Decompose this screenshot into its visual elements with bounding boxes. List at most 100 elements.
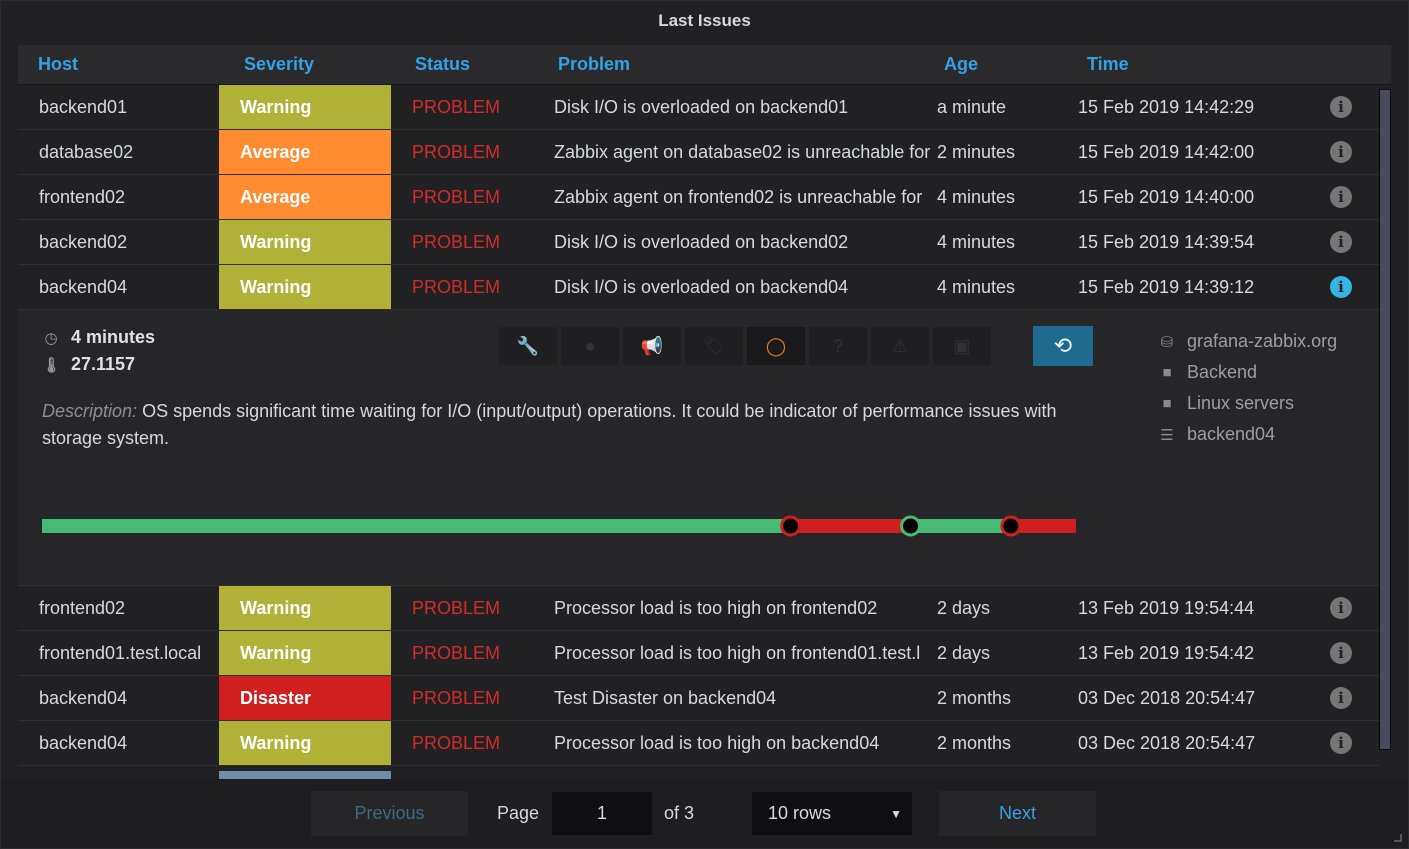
tag-item[interactable]: ■ Backend: [1158, 357, 1337, 388]
column-header-status[interactable]: Status: [391, 54, 534, 75]
square-button[interactable]: ▣: [932, 326, 992, 366]
severity-badge: Warning: [219, 220, 391, 264]
wrench-button[interactable]: 🔧: [498, 326, 558, 366]
problem-cell: Processor load is too high on frontend02: [554, 597, 878, 618]
problem-cell: Processor load is too high on backend04: [554, 732, 880, 753]
rows-per-page-value: 10 rows: [768, 803, 832, 823]
problem-cell: Test Disaster on backend04: [554, 687, 777, 708]
details-age-value: 4 minutes: [71, 327, 156, 347]
info-icon[interactable]: i: [1330, 687, 1352, 709]
age-cell: 2 days: [937, 642, 991, 663]
table-header: Host Severity Status Problem Age Time: [18, 45, 1391, 85]
status-cell: PROBLEM: [412, 141, 501, 162]
info-cell[interactable]: i: [1303, 721, 1379, 765]
circle-notch-button[interactable]: ◯: [746, 326, 806, 366]
timeline-event-problem[interactable]: [1000, 515, 1022, 537]
host-cell: database02: [39, 141, 134, 162]
rows-per-page-select[interactable]: 10 rows ▼: [752, 792, 912, 835]
table-row[interactable]: frontend02 Warning PROBLEM Processor load i…: [18, 586, 1379, 631]
pagination: Previous Page of 3 10 rows ▼ Next: [1, 779, 1408, 848]
details-value-text: 27.1157: [71, 354, 136, 374]
timeline-event-ok[interactable]: [900, 515, 922, 537]
info-cell[interactable]: i: [1303, 220, 1379, 264]
bullhorn-button[interactable]: 📢: [622, 326, 682, 366]
tag-button[interactable]: 🏷: [684, 326, 744, 366]
rows-top: backend01 Warning PROBLEM Disk I/O is overl…: [18, 85, 1391, 310]
question-button[interactable]: ?: [808, 326, 868, 366]
resize-handle[interactable]: [1394, 834, 1402, 842]
status-cell: PROBLEM: [412, 96, 501, 117]
thermometer-icon: 🌡: [42, 356, 62, 374]
time-cell: 03 Dec 2018 20:54:47: [1078, 687, 1256, 708]
info-cell[interactable]: i: [1303, 265, 1379, 309]
column-header-time[interactable]: Time: [1087, 54, 1287, 75]
age-cell: 4 minutes: [937, 231, 1016, 252]
table-row[interactable]: backend02 Warning PROBLEM Disk I/O is overl…: [18, 220, 1379, 265]
square-icon: ▣: [953, 335, 971, 356]
tag-item[interactable]: ⛁ grafana-zabbix.org: [1158, 326, 1337, 357]
time-cell: 15 Feb 2019 14:39:54: [1078, 231, 1255, 252]
severity-badge: Average: [219, 175, 391, 219]
tag-item[interactable]: ■ Linux servers: [1158, 388, 1337, 419]
info-cell[interactable]: i: [1303, 586, 1379, 630]
server-icon: ☰: [1160, 426, 1174, 444]
info-icon[interactable]: i: [1330, 231, 1352, 253]
info-icon[interactable]: i: [1330, 732, 1352, 754]
globe-icon: ●: [584, 335, 596, 356]
host-cell: backend04: [39, 276, 128, 297]
table-row[interactable]: backend04 Warning PROBLEM Processor load is…: [18, 721, 1379, 766]
status-cell: PROBLEM: [412, 186, 501, 207]
acknowledge-button[interactable]: ⟲: [1033, 326, 1093, 366]
column-header-problem[interactable]: Problem: [534, 54, 944, 75]
previous-button[interactable]: Previous: [311, 791, 468, 836]
timeline-event-problem[interactable]: [780, 515, 802, 537]
page-input[interactable]: [552, 792, 652, 835]
globe-button[interactable]: ●: [560, 326, 620, 366]
time-cell: 13 Feb 2019 19:54:44: [1078, 597, 1255, 618]
info-icon[interactable]: i: [1330, 597, 1352, 619]
status-cell: PROBLEM: [412, 597, 501, 618]
age-cell: a minute: [937, 96, 1007, 117]
table-row[interactable]: backend04 Disaster PROBLEM Test Disaster on…: [18, 676, 1379, 721]
table-row[interactable]: backend04 Warning PROBLEM Disk I/O is overl…: [18, 265, 1379, 310]
column-header-host[interactable]: Host: [18, 54, 219, 75]
info-cell[interactable]: i: [1303, 676, 1379, 720]
status-cell: PROBLEM: [412, 687, 501, 708]
timeline-segment-ok: [910, 519, 1011, 533]
column-header-age[interactable]: Age: [944, 54, 1087, 75]
info-icon[interactable]: i: [1330, 642, 1352, 664]
tag-item[interactable]: ☰ backend04: [1158, 419, 1337, 450]
folder-icon: ■: [1162, 395, 1172, 412]
timeline-segment-ok: [42, 519, 791, 533]
problem-cell: Zabbix agent on frontend02 is unreachabl…: [554, 186, 923, 207]
problem-cell: Zabbix agent on database02 is unreachabl…: [554, 141, 931, 162]
age-cell: 4 minutes: [937, 276, 1016, 297]
severity-badge: Warning: [219, 631, 391, 675]
info-icon[interactable]: i: [1330, 276, 1352, 298]
table-row[interactable]: frontend02 Average PROBLEM Zabbix agent on …: [18, 175, 1379, 220]
question-icon: ?: [832, 335, 843, 356]
severity-badge: Warning: [219, 85, 391, 129]
info-cell[interactable]: i: [1303, 85, 1379, 129]
bullhorn-icon: 📢: [640, 335, 664, 356]
info-icon[interactable]: i: [1330, 141, 1352, 163]
table-row[interactable]: database02 Average PROBLEM Zabbix agent on …: [18, 130, 1379, 175]
caret-down-icon: ▼: [890, 806, 902, 821]
column-header-severity[interactable]: Severity: [219, 54, 391, 75]
page-label: Page: [497, 803, 540, 823]
table-scrollbar[interactable]: [1379, 89, 1391, 750]
info-cell[interactable]: i: [1303, 631, 1379, 675]
age-cell: 4 minutes: [937, 186, 1016, 207]
table-row[interactable]: frontend01.test.local Warning PROBLEM Proce…: [18, 631, 1379, 676]
host-cell: backend02: [39, 231, 128, 252]
folder-icon: ■: [1162, 364, 1172, 381]
info-cell[interactable]: i: [1303, 130, 1379, 174]
time-cell: 15 Feb 2019 14:39:12: [1078, 276, 1255, 297]
info-cell[interactable]: i: [1303, 175, 1379, 219]
next-button[interactable]: Next: [939, 791, 1096, 836]
info-icon[interactable]: i: [1330, 186, 1352, 208]
info-icon[interactable]: i: [1330, 96, 1352, 118]
table-row[interactable]: backend01 Warning PROBLEM Disk I/O is overl…: [18, 85, 1379, 130]
warning-button[interactable]: ⚠: [870, 326, 930, 366]
host-cell: backend04: [39, 732, 128, 753]
